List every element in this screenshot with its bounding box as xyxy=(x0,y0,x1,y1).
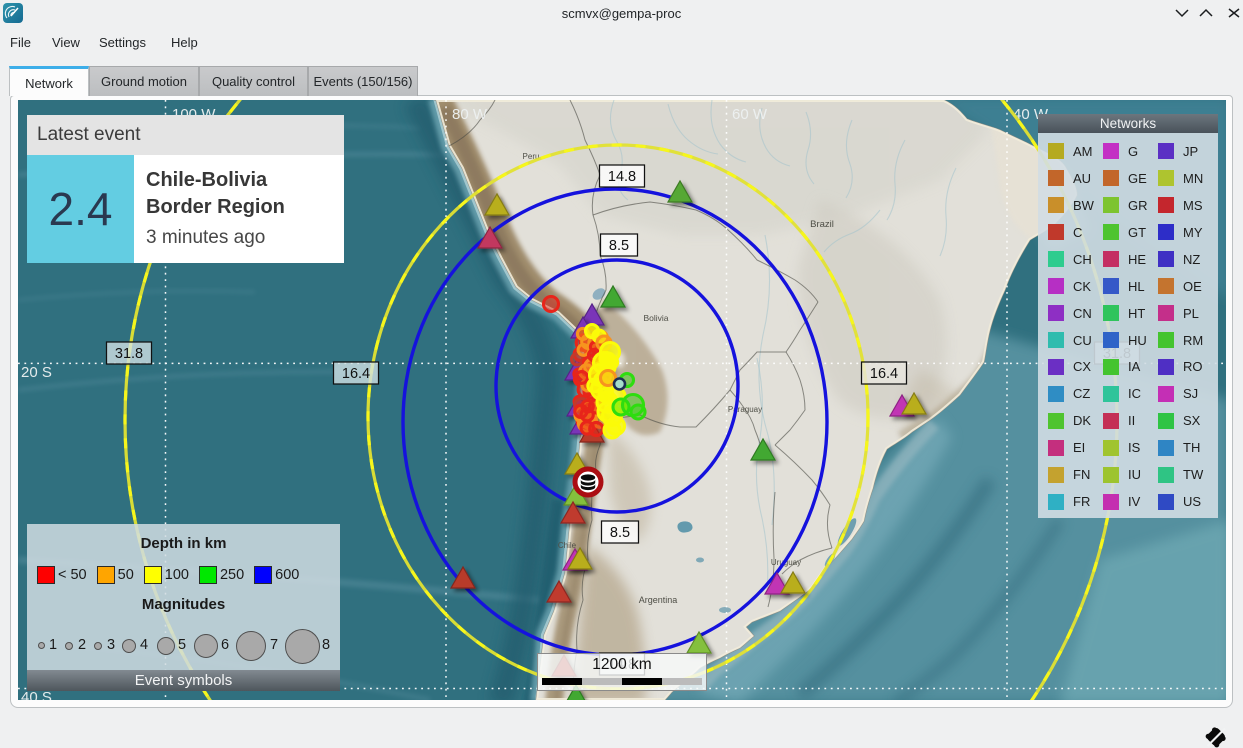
svg-text:80 W: 80 W xyxy=(452,106,488,123)
svg-text:8.5: 8.5 xyxy=(609,238,629,254)
svg-text:31.8: 31.8 xyxy=(115,346,143,362)
svg-text:20 S: 20 S xyxy=(21,364,52,381)
svg-text:Chile: Chile xyxy=(558,541,577,550)
svg-text:16.4: 16.4 xyxy=(870,366,898,382)
svg-text:Brazil: Brazil xyxy=(810,219,834,230)
svg-text:Bolivia: Bolivia xyxy=(643,313,668,323)
svg-text:60 W: 60 W xyxy=(732,106,768,123)
svg-text:16.4: 16.4 xyxy=(342,366,370,382)
svg-text:Argentina: Argentina xyxy=(639,595,678,605)
svg-text:8.5: 8.5 xyxy=(610,525,630,541)
svg-text:14.8: 14.8 xyxy=(608,169,636,185)
svg-text:Paraguay: Paraguay xyxy=(728,405,762,414)
